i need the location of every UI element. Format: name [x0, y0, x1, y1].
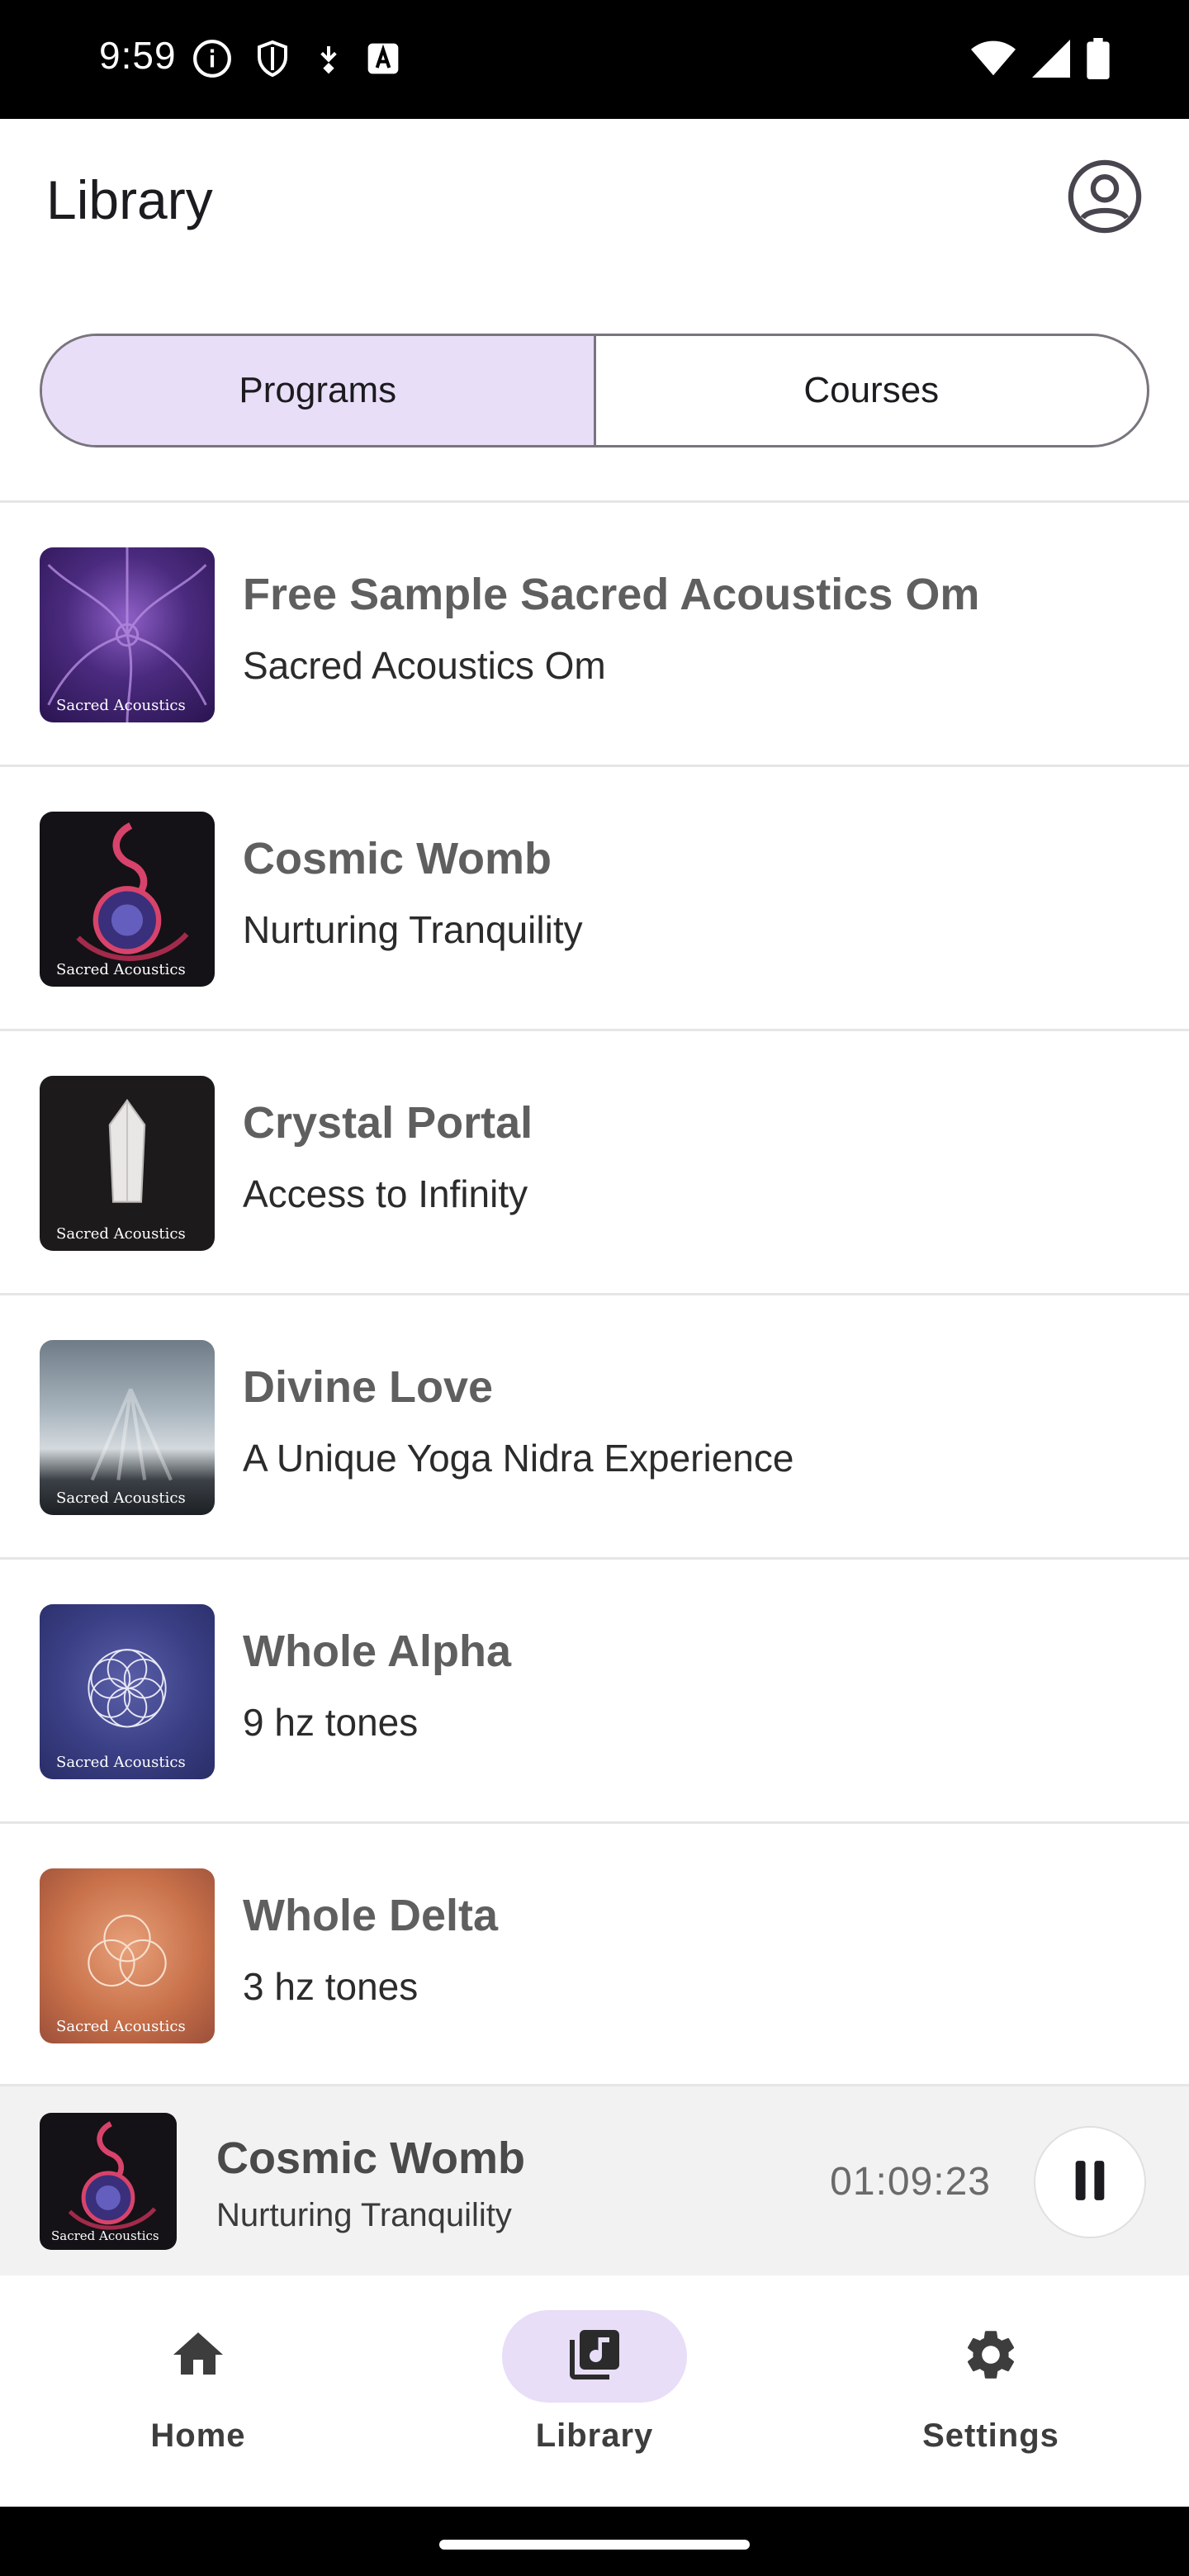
brand-watermark: Sacred Acoustics [56, 2018, 186, 2035]
battery-icon [1087, 38, 1110, 83]
a-icon [365, 40, 401, 81]
program-item-divine-love[interactable]: Sacred Acoustics Divine Love A Unique Yo… [0, 1295, 1189, 1560]
home-gesture-bar[interactable] [439, 2540, 750, 2550]
brand-watermark: Sacred Acoustics [56, 961, 186, 978]
program-artwork: Sacred Acoustics [40, 812, 215, 987]
now-playing-subtitle: Nurturing Tranquility [216, 2197, 512, 2233]
tab-courses[interactable]: Courses [593, 336, 1148, 445]
program-title: Whole Alpha [243, 1627, 511, 1676]
brand-watermark: Sacred Acoustics [51, 2228, 159, 2243]
brand-watermark: Sacred Acoustics [56, 697, 186, 714]
now-playing-time: 01:09:23 [830, 2160, 991, 2204]
page-title: Library [46, 169, 213, 230]
pause-button[interactable] [1034, 2126, 1146, 2238]
pause-icon [1072, 2159, 1108, 2206]
program-artwork: Sacred Acoustics [40, 547, 215, 722]
nav-home[interactable]: Home [0, 2275, 396, 2507]
nav-settings[interactable]: Settings [793, 2275, 1189, 2507]
program-subtitle: 9 hz tones [243, 1701, 419, 1744]
account-circle-icon [1066, 158, 1144, 239]
program-artwork: Sacred Acoustics [40, 1076, 215, 1251]
nav-home-indicator [106, 2310, 291, 2403]
program-subtitle: Sacred Acoustics Om [243, 644, 606, 687]
program-title: Cosmic Womb [243, 834, 552, 883]
home-icon [168, 2325, 228, 2389]
program-subtitle: 3 hz tones [243, 1965, 419, 2008]
program-title: Divine Love [243, 1362, 494, 1412]
program-artwork: Sacred Acoustics [40, 1868, 215, 2043]
account-button[interactable] [1065, 159, 1144, 238]
info-icon [192, 38, 233, 83]
now-playing-title: Cosmic Womb [216, 2133, 526, 2183]
program-artwork: Sacred Acoustics [40, 1604, 215, 1779]
mini-player[interactable]: Sacred Acoustics Cosmic Womb Nurturing T… [0, 2084, 1189, 2275]
brand-watermark: Sacred Acoustics [56, 1754, 186, 1771]
brand-watermark: Sacred Acoustics [56, 1225, 186, 1243]
nav-library-indicator [502, 2310, 687, 2403]
brand-watermark: Sacred Acoustics [56, 1489, 186, 1507]
app-header: Library [0, 119, 1189, 284]
status-icons-right [971, 38, 1110, 83]
program-list: Sacred Acoustics Free Sample Sacred Acou… [0, 503, 1189, 2088]
program-item-cosmic-womb[interactable]: Sacred Acoustics Cosmic Womb Nurturing T… [0, 767, 1189, 1031]
program-artwork: Sacred Acoustics [40, 1340, 215, 1515]
nav-library[interactable]: Library [396, 2275, 793, 2507]
download-icon [312, 40, 345, 82]
bottom-navigation: Home Library Settings [0, 2275, 1189, 2507]
wifi-icon [971, 40, 1016, 82]
program-item-whole-alpha[interactable]: Sacred Acoustics Whole Alpha 9 hz tones [0, 1560, 1189, 1824]
nav-settings-indicator [898, 2310, 1083, 2403]
program-title: Whole Delta [243, 1891, 499, 1940]
nav-library-label: Library [535, 2417, 654, 2454]
now-playing-artwork: Sacred Acoustics [40, 2113, 177, 2250]
tab-programs[interactable]: Programs [42, 336, 594, 445]
status-bar: 9:59 [0, 0, 1189, 119]
program-title: Crystal Portal [243, 1098, 533, 1148]
status-time: 9:59 [99, 34, 177, 77]
library-music-icon [565, 2325, 624, 2389]
nav-home-label: Home [150, 2417, 246, 2454]
program-item-whole-delta[interactable]: Sacred Acoustics Whole Delta 3 hz tones [0, 1824, 1189, 2088]
program-item-crystal-portal[interactable]: Sacred Acoustics Crystal Portal Access t… [0, 1031, 1189, 1295]
status-icons-left [192, 38, 401, 83]
program-title: Free Sample Sacred Acoustics Om [243, 570, 980, 619]
nav-settings-label: Settings [922, 2417, 1059, 2454]
library-tabs: Programs Courses [40, 334, 1149, 447]
gear-icon [961, 2325, 1021, 2389]
signal-icon [1032, 40, 1070, 82]
program-item-free-sample-om[interactable]: Sacred Acoustics Free Sample Sacred Acou… [0, 503, 1189, 767]
program-subtitle: Nurturing Tranquility [243, 908, 583, 951]
shield-icon [253, 38, 292, 83]
gesture-area [0, 2507, 1189, 2576]
program-subtitle: A Unique Yoga Nidra Experience [243, 1437, 794, 1480]
program-subtitle: Access to Infinity [243, 1172, 528, 1215]
